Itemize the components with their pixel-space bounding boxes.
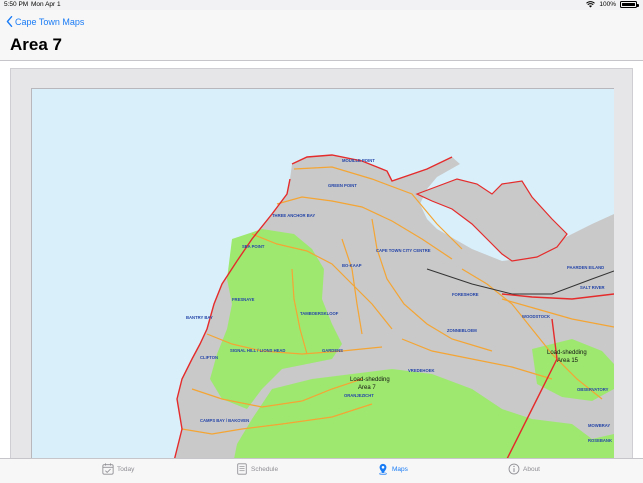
page-title: Area 7 [10, 35, 62, 54]
status-date: Mon Apr 1 [31, 1, 61, 8]
tab-label: Schedule [251, 465, 279, 473]
calendar-icon [102, 463, 114, 475]
battery-percent: 100% [599, 1, 616, 8]
map-label: GREEN POINT [328, 183, 357, 188]
map-label: ROSEBANK [588, 438, 612, 443]
tab-label: Today [117, 465, 135, 473]
map-pin-icon [379, 463, 387, 475]
area7-label-line2: Area 7 [358, 385, 376, 391]
tab-bar: Today Schedule Maps About [0, 458, 643, 483]
map-label: CAPE TOWN CITY CENTRE [376, 248, 431, 253]
navigation-bar: Cape Town Maps Area 7 [0, 10, 643, 61]
map-label: CAMPS BAY / BAKOVEN [200, 418, 249, 423]
chevron-left-icon [6, 16, 13, 27]
tab-about[interactable]: About [508, 463, 540, 475]
map-label: OBSERVATORY [577, 387, 609, 392]
battery-icon [620, 1, 639, 8]
back-button[interactable]: Cape Town Maps [6, 16, 84, 27]
area15-label-line1: Load-shedding [547, 350, 587, 356]
map-label: BANTRY BAY [186, 315, 213, 320]
map-label: VREDEHOEK [408, 368, 435, 373]
tab-maps[interactable]: Maps [377, 463, 408, 475]
status-right: 100% [586, 1, 639, 8]
map-label: ORANJEZICHT [344, 393, 374, 398]
map-label: PAARDEN EILAND [567, 265, 604, 270]
map-label: THREE ANCHOR BAY [272, 213, 315, 218]
area15-label-line2: Area 15 [557, 358, 579, 364]
map-label: TAMBOERSKLOOF [300, 311, 339, 316]
map-label: CLIFTON [200, 355, 218, 360]
map-label: FORESHORE [452, 292, 479, 297]
tab-label: Maps [392, 465, 408, 473]
document-icon [237, 463, 247, 475]
map-label: SIGNAL HILL / LIONS HEAD [230, 348, 285, 353]
map-label: MOWBRAY [588, 423, 610, 428]
area-map[interactable]: MOUILLE POINT GREEN POINT THREE ANCHOR B… [31, 88, 614, 458]
map-label: BO-KAAP [342, 263, 362, 268]
tab-today[interactable]: Today [102, 463, 134, 475]
map-viewer[interactable]: MOUILLE POINT GREEN POINT THREE ANCHOR B… [0, 61, 643, 458]
map-label: FRESNAYE [232, 297, 255, 302]
info-icon [508, 463, 520, 475]
tab-schedule[interactable]: Schedule [236, 463, 278, 475]
map-label: SALT RIVER [580, 285, 605, 290]
back-label: Cape Town Maps [15, 16, 85, 27]
tab-label: About [523, 465, 540, 473]
area7-label-line1: Load-shedding [350, 377, 390, 383]
map-label: SEA POINT [242, 244, 265, 249]
map-label: MOUILLE POINT [342, 158, 375, 163]
status-bar: 5:50 PM Mon Apr 1 100% [0, 0, 643, 10]
status-time: 5:50 PM [4, 1, 29, 8]
map-label: WOODSTOCK [522, 314, 550, 319]
wifi-icon [586, 1, 596, 8]
map-label: GARDENS [322, 348, 343, 353]
map-label: ZONNEBLOEM [447, 328, 477, 333]
